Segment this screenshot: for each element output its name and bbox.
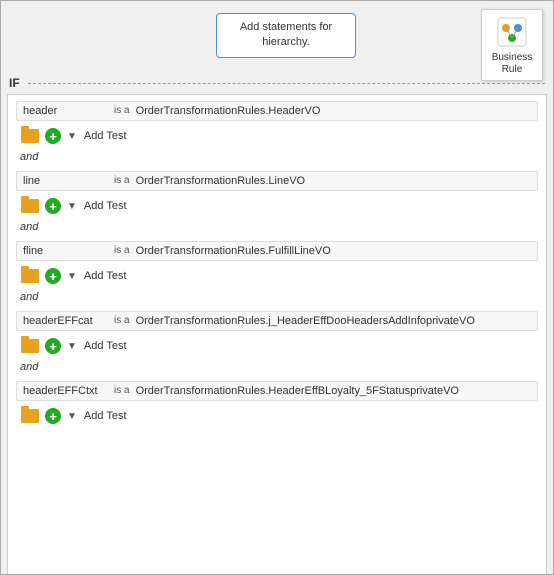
condition-row-4: headerEFFcat is a OrderTransformationRules…	[16, 311, 538, 331]
condition-row-3: fline is a OrderTransformationRules.Fulfil…	[16, 241, 538, 261]
plus-icon-4: +	[45, 338, 61, 354]
condition-value-1: OrderTransformationRules.HeaderVO	[136, 105, 531, 117]
condition-name-4: headerEFFcat	[23, 315, 108, 327]
condition-name-3: fline	[23, 245, 108, 257]
folder-button-5[interactable]	[20, 408, 40, 424]
actions-row-2: + ▼ Add Test	[16, 195, 538, 217]
top-bar: Add statements for hierarchy. Busines	[1, 1, 553, 76]
folder-button-2[interactable]	[20, 198, 40, 214]
condition-group-3: fline is a OrderTransformationRules.Fulfil…	[16, 241, 538, 307]
is-a-label-4: is a	[114, 315, 130, 327]
condition-row-1: header is a OrderTransformationRules.Heade…	[16, 101, 538, 121]
dashed-divider	[28, 83, 545, 84]
folder-button-3[interactable]	[20, 268, 40, 284]
condition-group-5: headerEFFCtxt is a OrderTransformationRule…	[16, 381, 538, 427]
folder-icon-3	[21, 269, 39, 283]
actions-row-3: + ▼ Add Test	[16, 265, 538, 287]
actions-row-1: + ▼ Add Test	[16, 125, 538, 147]
add-button-4[interactable]: +	[44, 337, 62, 355]
dropdown-button-1[interactable]: ▼	[66, 130, 78, 143]
business-rule-graphic	[494, 14, 530, 50]
main-container: Add statements for hierarchy. Busines	[0, 0, 554, 575]
add-test-label-1: Add Test	[84, 130, 127, 142]
business-rule-label: Business Rule	[492, 52, 533, 76]
condition-row-2: line is a OrderTransformationRules.LineVO	[16, 171, 538, 191]
condition-name-5: headerEFFCtxt	[23, 385, 108, 397]
is-a-label-5: is a	[114, 385, 130, 397]
condition-group-1: header is a OrderTransformationRules.Heade…	[16, 101, 538, 167]
condition-group-4: headerEFFcat is a OrderTransformationRules…	[16, 311, 538, 377]
condition-name-2: line	[23, 175, 108, 187]
tooltip-text: Add statements for hierarchy.	[240, 21, 332, 48]
add-button-2[interactable]: +	[44, 197, 62, 215]
chevron-down-icon-3: ▼	[67, 271, 77, 282]
add-test-label-4: Add Test	[84, 340, 127, 352]
add-test-label-2: Add Test	[84, 200, 127, 212]
plus-icon-3: +	[45, 268, 61, 284]
condition-group-2: line is a OrderTransformationRules.LineVO +…	[16, 171, 538, 237]
chevron-down-icon-5: ▼	[67, 411, 77, 422]
add-button-5[interactable]: +	[44, 407, 62, 425]
is-a-label-2: is a	[114, 175, 130, 187]
is-a-label-3: is a	[114, 245, 130, 257]
add-test-label-3: Add Test	[84, 270, 127, 282]
condition-value-2: OrderTransformationRules.LineVO	[136, 175, 531, 187]
and-label-1: and	[16, 149, 538, 167]
and-label-2: and	[16, 219, 538, 237]
add-button-1[interactable]: +	[44, 127, 62, 145]
chevron-down-icon-1: ▼	[67, 131, 77, 142]
plus-icon-1: +	[45, 128, 61, 144]
plus-icon-2: +	[45, 198, 61, 214]
if-section: IF	[1, 76, 553, 90]
folder-icon-5	[21, 409, 39, 423]
condition-value-4: OrderTransformationRules.j_HeaderEffDooH…	[136, 315, 531, 327]
condition-name-1: header	[23, 105, 108, 117]
and-label-3: and	[16, 289, 538, 307]
add-test-label-5: Add Test	[84, 410, 127, 422]
plus-icon-5: +	[45, 408, 61, 424]
dropdown-button-4[interactable]: ▼	[66, 340, 78, 353]
content-area[interactable]: header is a OrderTransformationRules.Heade…	[7, 94, 547, 575]
dropdown-button-3[interactable]: ▼	[66, 270, 78, 283]
condition-value-3: OrderTransformationRules.FulfillLineVO	[136, 245, 531, 257]
chevron-down-icon-2: ▼	[67, 201, 77, 212]
condition-row-5: headerEFFCtxt is a OrderTransformationRule…	[16, 381, 538, 401]
folder-icon-2	[21, 199, 39, 213]
is-a-label-1: is a	[114, 105, 130, 117]
chevron-down-icon-4: ▼	[67, 341, 77, 352]
and-label-4: and	[16, 359, 538, 377]
folder-button-1[interactable]	[20, 128, 40, 144]
dropdown-button-2[interactable]: ▼	[66, 200, 78, 213]
actions-row-4: + ▼ Add Test	[16, 335, 538, 357]
folder-button-4[interactable]	[20, 338, 40, 354]
folder-icon-1	[21, 129, 39, 143]
add-button-3[interactable]: +	[44, 267, 62, 285]
dropdown-button-5[interactable]: ▼	[66, 410, 78, 423]
tooltip-box: Add statements for hierarchy.	[216, 13, 356, 58]
folder-icon-4	[21, 339, 39, 353]
business-rule-icon[interactable]: Business Rule	[481, 9, 543, 81]
actions-row-5: + ▼ Add Test	[16, 405, 538, 427]
if-label: IF	[9, 76, 20, 90]
condition-value-5: OrderTransformationRules.HeaderEffBLoyal…	[136, 385, 531, 397]
